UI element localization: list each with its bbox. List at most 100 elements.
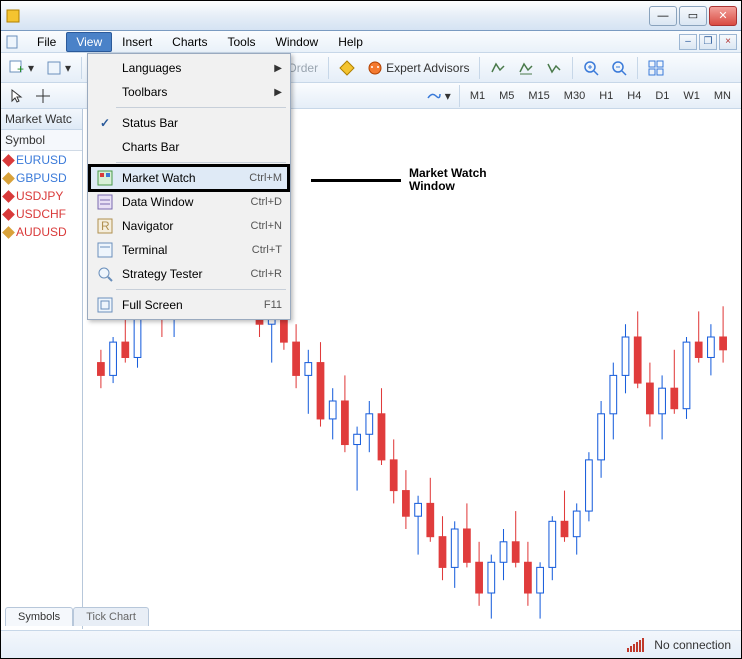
new-chart-button[interactable]: +▾ [5, 57, 38, 79]
tile-button[interactable] [644, 57, 668, 79]
market-watch-row[interactable]: USDJPY [1, 187, 82, 205]
market-watch-panel: Market Watc Symbol EURUSD GBPUSD USDJPY USD… [1, 109, 83, 629]
menu-item-shortcut: Ctrl+T [252, 244, 282, 256]
symbol-icon [2, 172, 15, 185]
menu-item-shortcut: Ctrl+M [249, 172, 282, 184]
data-window-icon [96, 194, 114, 210]
check-icon: ✓ [96, 115, 114, 131]
titlebar: — ▭ ✕ [1, 1, 741, 31]
timeframe-m1[interactable]: M1 [464, 87, 491, 105]
menu-item-navigator[interactable]: RNavigatorCtrl+N [90, 214, 288, 238]
inner-close-button[interactable]: × [719, 34, 737, 50]
expert-advisors-button[interactable]: Expert Advisors [363, 57, 473, 79]
timeframe-h4[interactable]: H4 [621, 87, 647, 105]
inner-minimize-button[interactable]: – [679, 34, 697, 50]
menu-item-shortcut: F11 [264, 299, 282, 311]
menu-item-charts-bar[interactable]: Charts Bar [90, 135, 288, 159]
menu-charts[interactable]: Charts [162, 32, 217, 52]
symbol-label: USDCHF [16, 207, 66, 221]
menu-item-label: Toolbars [122, 85, 266, 99]
zoom-in-button[interactable] [579, 57, 603, 79]
menu-tools[interactable]: Tools [218, 32, 266, 52]
indicator-button-3[interactable] [542, 57, 566, 79]
menu-item-languages[interactable]: Languages ▶ [90, 56, 288, 80]
market-watch-header[interactable]: Symbol [1, 130, 82, 151]
menu-item-strategy-tester[interactable]: Strategy TesterCtrl+R [90, 262, 288, 286]
view-menu-dropdown: Languages ▶ Toolbars ▶ ✓ Status Bar Charts Bar… [87, 53, 291, 320]
indicator-button-1[interactable] [486, 57, 510, 79]
menu-item-shortcut: Ctrl+D [251, 196, 282, 208]
menu-item-label: Market Watch [122, 171, 241, 185]
annotation-text: Market Watch Window [409, 167, 487, 193]
minimize-button[interactable]: — [649, 6, 677, 26]
zoom-out-button[interactable] [607, 57, 631, 79]
symbol-label: GBPUSD [16, 171, 67, 185]
terminal-icon [96, 242, 114, 258]
timeframe-m30[interactable]: M30 [558, 87, 591, 105]
bottom-tabs: Symbols Tick Chart [5, 607, 149, 626]
menu-item-label: Languages [122, 61, 266, 75]
status-text: No connection [654, 638, 731, 652]
menu-item-label: Terminal [122, 243, 244, 257]
menu-insert[interactable]: Insert [112, 32, 162, 52]
symbol-icon [2, 226, 15, 239]
menu-item-market-watch[interactable]: Market Watch Ctrl+M [90, 166, 288, 190]
statusbar: No connection [1, 630, 741, 658]
menu-item-status-bar[interactable]: ✓ Status Bar [90, 111, 288, 135]
timeframe-m5[interactable]: M5 [493, 87, 520, 105]
market-watch-row[interactable]: EURUSD [1, 151, 82, 169]
fullscreen-icon [96, 297, 114, 313]
line-type-button[interactable]: ▾ [422, 85, 455, 107]
timeframe-h1[interactable]: H1 [593, 87, 619, 105]
symbol-icon [2, 190, 15, 203]
symbol-label: USDJPY [16, 189, 63, 203]
tab-symbols[interactable]: Symbols [5, 607, 73, 626]
metaquotes-button[interactable] [335, 57, 359, 79]
svg-text:R: R [101, 219, 110, 233]
menu-item-full-screen[interactable]: Full Screen F11 [90, 293, 288, 317]
menu-item-label: Status Bar [122, 116, 282, 130]
maximize-button[interactable]: ▭ [679, 6, 707, 26]
doc-icon [5, 34, 21, 50]
menu-item-toolbars[interactable]: Toolbars ▶ [90, 80, 288, 104]
expert-advisors-label: Expert Advisors [386, 61, 469, 75]
symbol-icon [2, 208, 15, 221]
blank-icon [96, 139, 114, 155]
market-watch-icon [96, 170, 114, 186]
indicator-button-2[interactable] [514, 57, 538, 79]
submenu-arrow-icon: ▶ [274, 87, 282, 98]
menu-help[interactable]: Help [328, 32, 373, 52]
timeframe-w1[interactable]: W1 [677, 87, 706, 105]
timeframe-d1[interactable]: D1 [649, 87, 675, 105]
submenu-arrow-icon: ▶ [274, 63, 282, 74]
market-watch-row[interactable]: USDCHF [1, 205, 82, 223]
inner-restore-button[interactable]: ❐ [699, 34, 717, 50]
cursor-button[interactable] [5, 85, 29, 107]
market-watch-row[interactable]: GBPUSD [1, 169, 82, 187]
crosshair-button[interactable] [31, 85, 55, 107]
timeframe-m15[interactable]: M15 [522, 87, 555, 105]
menu-item-label: Full Screen [122, 298, 256, 312]
menu-item-terminal[interactable]: Terminal Ctrl+T [90, 238, 288, 262]
market-watch-row[interactable]: AUDUSD [1, 223, 82, 241]
strategy-tester-icon [96, 266, 114, 282]
symbol-label: EURUSD [16, 153, 67, 167]
tab-tick-chart[interactable]: Tick Chart [73, 607, 149, 626]
menu-window[interactable]: Window [266, 32, 329, 52]
symbol-label: AUDUSD [16, 225, 67, 239]
timeframe-mn[interactable]: MN [708, 87, 737, 105]
menu-file[interactable]: File [27, 32, 66, 52]
navigator-icon: R [96, 218, 114, 234]
profiles-button[interactable]: ▾ [42, 57, 75, 79]
menu-view[interactable]: View [66, 32, 112, 52]
annotation: Market Watch Window [311, 167, 487, 193]
close-button[interactable]: ✕ [709, 6, 737, 26]
app-icon [5, 8, 21, 24]
annotation-arrow [311, 179, 401, 182]
symbol-icon [2, 154, 15, 167]
menu-item-label: Data Window [122, 195, 243, 209]
menu-item-shortcut: Ctrl+N [251, 220, 282, 232]
menu-item-data-window[interactable]: Data Window Ctrl+D [90, 190, 288, 214]
connection-bars-icon [627, 638, 644, 652]
market-watch-title: Market Watc [1, 109, 82, 130]
